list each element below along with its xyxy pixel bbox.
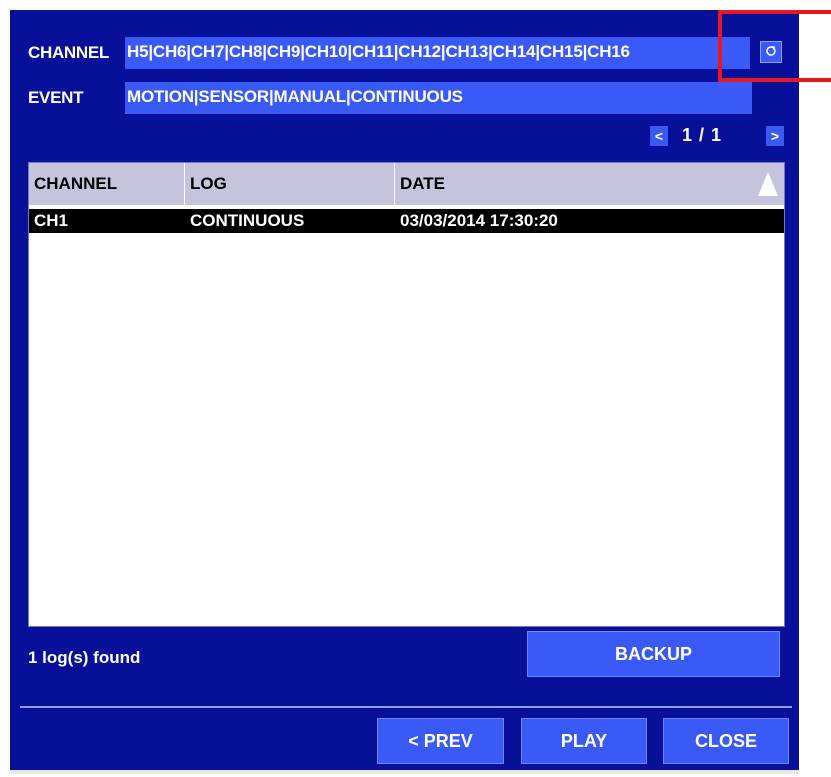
row-channel: CH1 [34,211,69,230]
divider [20,706,792,708]
column-header-log[interactable]: LOG [185,163,395,205]
row-date: 03/03/2014 17:30:20 [400,211,558,230]
sort-ascending-icon[interactable] [758,172,778,196]
event-field[interactable]: MOTION|SENSOR|MANUAL|CONTINUOUS [125,82,752,114]
event-log-table: CHANNEL LOG DATE CH1 CONTINUOUS 03/03/20… [28,162,785,627]
table-row[interactable]: CH1 CONTINUOUS 03/03/2014 17:30:20 [29,209,784,233]
column-header-channel[interactable]: CHANNEL [29,163,185,205]
row-log: CONTINUOUS [190,211,305,230]
page-indicator: 1 / 1 [682,125,723,145]
event-search-panel: CHANNEL H5|CH6|CH7|CH8|CH9|CH10|CH11|CH1… [10,10,799,774]
event-label: EVENT [28,88,84,107]
page-next-button[interactable]: > [766,126,784,146]
logs-found-text: 1 log(s) found [28,648,141,667]
highlight-box [718,10,831,82]
prev-button[interactable]: < PREV [377,718,504,764]
channel-field[interactable]: H5|CH6|CH7|CH8|CH9|CH10|CH11|CH12|CH13|C… [125,37,750,69]
channel-label: CHANNEL [28,43,110,62]
column-header-date[interactable]: DATE [395,163,784,205]
backup-button[interactable]: BACKUP [527,631,780,677]
table-header: CHANNEL LOG DATE [29,163,784,205]
close-button[interactable]: CLOSE [663,718,789,764]
page-prev-button[interactable]: < [650,126,668,146]
play-button[interactable]: PLAY [521,718,647,764]
